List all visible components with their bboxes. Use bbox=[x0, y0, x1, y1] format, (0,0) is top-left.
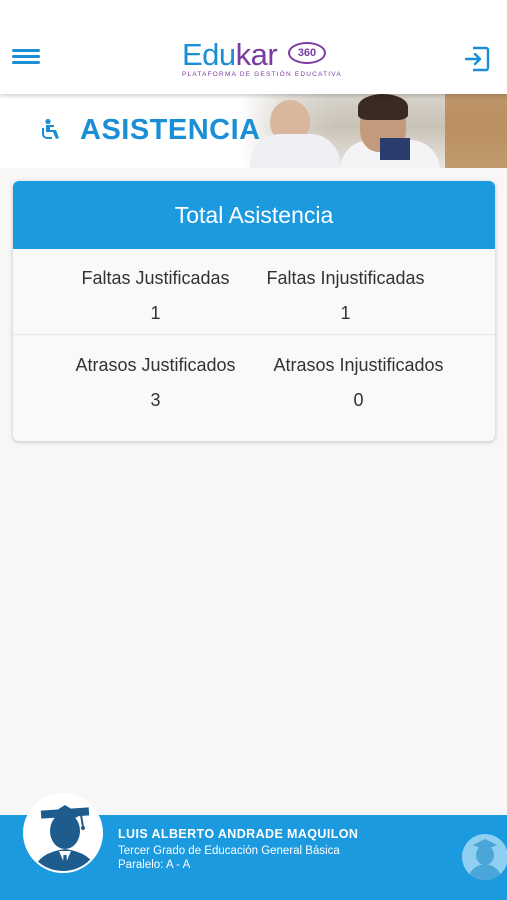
edukar-logo: Edukar 360 PLATAFORMA DE GESTIÓN EDUCATI… bbox=[182, 37, 341, 82]
student-grade: Tercer Grado de Educación General Básica bbox=[118, 845, 340, 857]
page-title: ASISTENCIA bbox=[80, 114, 261, 146]
logout-icon[interactable] bbox=[464, 46, 490, 72]
stat-value: 1 bbox=[340, 303, 351, 323]
app-header: Edukar 360 PLATAFORMA DE GESTIÓN EDUCATI… bbox=[0, 0, 507, 94]
hamburger-menu-icon[interactable] bbox=[12, 46, 40, 72]
attendance-summary-card: Total Asistencia Faltas Justificadas 1 F… bbox=[13, 181, 495, 441]
logo-tagline: PLATAFORMA DE GESTIÓN EDUCATIVA bbox=[182, 71, 342, 78]
stat-faltas-injustificadas: Faltas Injustificadas 1 bbox=[225, 249, 466, 335]
stat-label: Atrasos Injustificados bbox=[273, 355, 444, 375]
logo-360-badge: 360 bbox=[288, 42, 326, 64]
stats-row: Faltas Justificadas 1 Faltas Injustifica… bbox=[13, 249, 495, 335]
student-name: LUIS ALBERTO ANDRADE MAQUILON bbox=[118, 827, 359, 841]
stat-value: 0 bbox=[353, 390, 364, 410]
students-photo bbox=[240, 94, 507, 168]
logo-wordmark: Edukar bbox=[182, 37, 278, 72]
student-avatar[interactable] bbox=[23, 793, 103, 873]
stat-atrasos-injustificados: Atrasos Injustificados 0 bbox=[238, 336, 479, 422]
student-paralelo: Paralelo: A - A bbox=[118, 859, 191, 871]
seated-person-icon bbox=[40, 118, 64, 142]
stat-label: Faltas Injustificadas bbox=[266, 268, 425, 288]
stats-row: Atrasos Justificados 3 Atrasos Injustifi… bbox=[13, 336, 495, 422]
switch-student-icon[interactable] bbox=[462, 834, 507, 880]
card-title: Total Asistencia bbox=[13, 181, 495, 249]
